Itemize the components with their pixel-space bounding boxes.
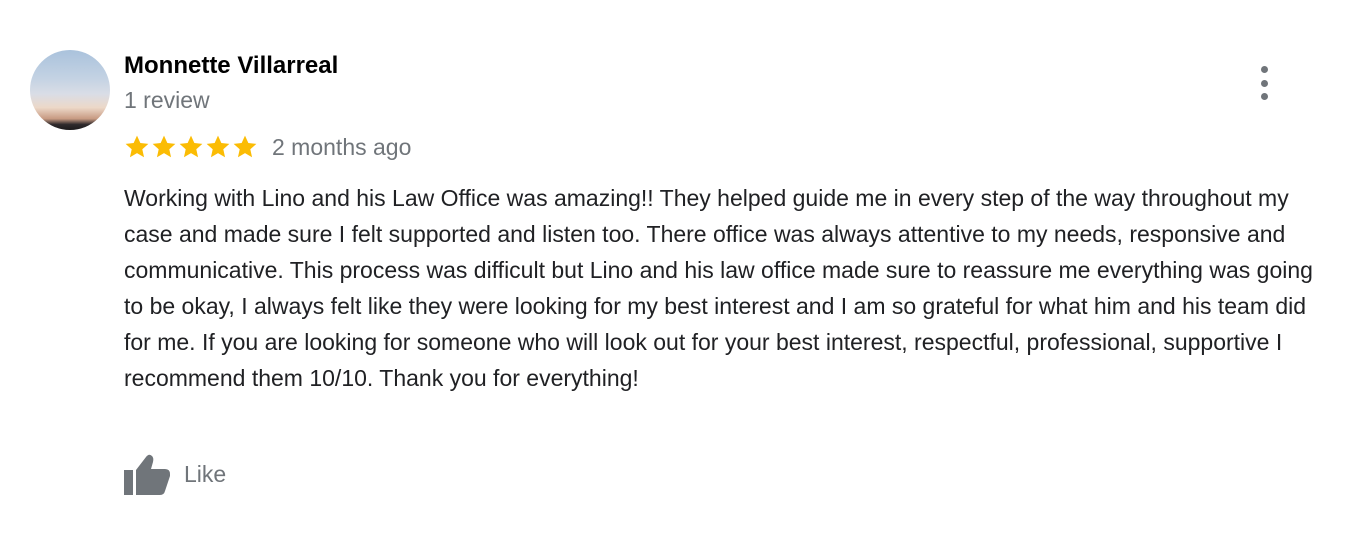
rating-row: 2 months ago xyxy=(124,131,411,163)
more-options-button[interactable] xyxy=(1252,66,1276,100)
star-icon xyxy=(206,135,230,158)
star-icon xyxy=(152,135,176,158)
review-text: Working with Lino and his Law Office was… xyxy=(124,185,1313,391)
reviewer-name[interactable]: Monnette Villarreal xyxy=(124,52,338,80)
review-time: 2 months ago xyxy=(272,133,412,160)
review-count: 1 review xyxy=(124,87,210,113)
like-label: Like xyxy=(184,460,227,487)
more-vert-icon-dot xyxy=(1260,79,1268,87)
more-vert-icon xyxy=(1260,66,1268,73)
review-card: Monnette Villarreal 1 review 2 months ag… xyxy=(0,0,1354,542)
like-button[interactable]: Like xyxy=(124,452,226,496)
star-icon xyxy=(125,135,149,158)
avatar[interactable] xyxy=(30,50,110,130)
star-icon xyxy=(233,135,257,158)
thumbs-up-icon xyxy=(124,454,170,495)
more-vert-icon-dot xyxy=(1260,93,1268,100)
star-rating xyxy=(124,134,258,160)
star-icon xyxy=(179,135,203,158)
